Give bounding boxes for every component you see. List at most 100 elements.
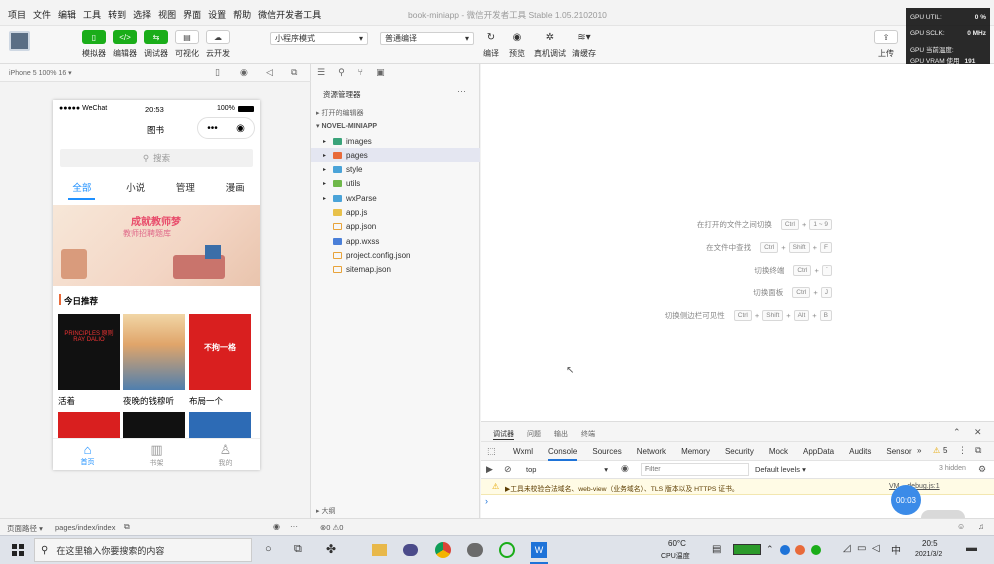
- menu-edit[interactable]: 编辑: [58, 8, 76, 21]
- device-select[interactable]: iPhone 5 100% 16 ▾: [9, 69, 72, 77]
- phone-icon[interactable]: ▯: [215, 67, 220, 78]
- volume-icon[interactable]: ◁: [266, 67, 273, 78]
- page-path[interactable]: pages/index/index: [55, 523, 115, 532]
- file-tree-item[interactable]: ▸ utils: [311, 177, 480, 191]
- file-tree-item[interactable]: project.config.json: [311, 248, 480, 262]
- devtools-tab-audits[interactable]: Audits: [849, 447, 871, 461]
- files-icon[interactable]: ☰: [317, 67, 325, 78]
- copy-icon[interactable]: ⧉: [124, 522, 130, 532]
- tab-debugger[interactable]: 调试器: [493, 429, 514, 440]
- tab-problems[interactable]: 问题: [527, 429, 541, 439]
- log-levels-select[interactable]: Default levels ▾: [755, 465, 806, 474]
- tray-app-icon[interactable]: [780, 545, 790, 555]
- tray-app-icon[interactable]: [795, 545, 805, 555]
- book-cover[interactable]: 不拘一格: [189, 314, 251, 390]
- menu-help[interactable]: 帮助: [233, 8, 251, 21]
- close-icon[interactable]: ✕: [974, 427, 982, 438]
- keyboard-icon[interactable]: ▤: [712, 544, 721, 555]
- avatar[interactable]: [9, 31, 30, 51]
- more-tabs[interactable]: »: [917, 446, 921, 455]
- menu-select[interactable]: 选择: [133, 8, 151, 21]
- chevron-up-icon[interactable]: ⌃: [953, 427, 961, 438]
- devtools-tab-sensor[interactable]: Sensor: [886, 447, 911, 461]
- wechat-tray-icon[interactable]: [811, 545, 821, 555]
- app-icon[interactable]: [403, 544, 418, 556]
- chrome-icon[interactable]: [435, 542, 451, 558]
- warning-count[interactable]: 5: [943, 446, 947, 455]
- close-target-icon[interactable]: ◉: [236, 123, 245, 134]
- eye-icon[interactable]: ◉: [273, 522, 280, 531]
- display-icon[interactable]: ▭: [857, 543, 866, 554]
- opened-editors-header[interactable]: ▸ 打开的编辑器: [316, 108, 363, 118]
- file-tree-item[interactable]: ▸ images: [311, 134, 480, 148]
- devtools-tab-wxml[interactable]: Wxml: [513, 447, 533, 461]
- mode-select[interactable]: 小程序模式 ▾: [270, 32, 368, 45]
- book-cover[interactable]: [123, 314, 185, 390]
- devtools-tab-security[interactable]: Security: [725, 447, 754, 461]
- notification-center-icon[interactable]: ▬: [966, 542, 977, 554]
- dock-icon[interactable]: ⧉: [975, 445, 981, 456]
- menu-view[interactable]: 视图: [158, 8, 176, 21]
- record-icon[interactable]: ◉: [240, 67, 248, 78]
- capsule-menu[interactable]: ••• ◉: [197, 117, 255, 139]
- wechat-icon[interactable]: [467, 543, 483, 557]
- menu-interface[interactable]: 界面: [183, 8, 201, 21]
- file-tree-item[interactable]: app.js: [311, 206, 480, 220]
- tabbar-home[interactable]: ⌂ 首页: [81, 439, 95, 470]
- app-fan-icon[interactable]: ✤: [326, 542, 336, 556]
- upload-button[interactable]: ⇪ 上传: [868, 30, 904, 59]
- real-debug-button[interactable]: ✲ 真机调试: [532, 30, 568, 59]
- menu-goto[interactable]: 转到: [108, 8, 126, 21]
- devtools-tab-sources[interactable]: Sources: [592, 447, 621, 461]
- devtools-tab-console[interactable]: Console: [548, 447, 578, 461]
- file-tree-item[interactable]: ▸ wxParse: [311, 191, 480, 205]
- tabbar-shelf[interactable]: ▥ 书架: [150, 439, 164, 470]
- battery-icon[interactable]: [733, 544, 761, 555]
- file-tree-item[interactable]: sitemap.json: [311, 263, 480, 277]
- ime-icon[interactable]: 中: [891, 542, 901, 557]
- chevron-up-icon[interactable]: ⌃: [766, 544, 774, 555]
- tabbar-profile[interactable]: ♙ 我的: [219, 439, 233, 470]
- tab-management[interactable]: 管理: [176, 180, 195, 200]
- outline-header[interactable]: ▸ 大纲: [316, 506, 335, 516]
- warning-message[interactable]: ▶工具未校验合法域名、web-view（业务域名）、TLS 版本以及 HTTPS…: [505, 483, 739, 493]
- file-explorer-icon[interactable]: [372, 544, 387, 556]
- eye-icon[interactable]: ◉: [621, 463, 629, 474]
- windows-start-icon[interactable]: [12, 544, 24, 556]
- tab-comic[interactable]: 漫画: [226, 180, 245, 200]
- menu-project[interactable]: 项目: [8, 8, 26, 21]
- git-icon[interactable]: ⑂: [358, 67, 363, 78]
- more-icon[interactable]: •••: [207, 123, 218, 134]
- problem-counts[interactable]: ⊗0 ⚠0: [320, 523, 343, 532]
- inspect-icon[interactable]: ⬚: [487, 446, 496, 457]
- feedback-icon[interactable]: ☺: [957, 522, 965, 531]
- context-select[interactable]: top ▾: [523, 463, 611, 476]
- devtools-tab-appdata[interactable]: AppData: [803, 447, 834, 461]
- sidebar-toggle-icon[interactable]: ▶: [486, 464, 493, 475]
- compile-select[interactable]: 普通编译 ▾: [380, 32, 474, 45]
- tab-terminal[interactable]: 终端: [581, 429, 595, 439]
- cloud-button[interactable]: ☁ 云开发: [200, 30, 236, 59]
- menu-wechat-devtools[interactable]: 微信开发者工具: [258, 8, 321, 21]
- devtools-tab-memory[interactable]: Memory: [681, 447, 710, 461]
- search-input[interactable]: ⚲ 搜索: [60, 149, 253, 167]
- notification-icon[interactable]: ♫: [978, 522, 984, 531]
- more-vert-icon[interactable]: ⋮: [958, 445, 967, 456]
- cortana-icon[interactable]: ○: [265, 543, 272, 555]
- clock-date[interactable]: 2021/3/2: [915, 551, 942, 558]
- menu-settings[interactable]: 设置: [208, 8, 226, 21]
- file-tree-item[interactable]: ▸ pages: [311, 148, 480, 163]
- page-path-label[interactable]: 页面路径 ▾: [7, 523, 43, 534]
- menu-tools[interactable]: 工具: [83, 8, 101, 21]
- gear-icon[interactable]: ⚙: [978, 464, 986, 475]
- taskbar-search[interactable]: ⚲ 在这里输入你要搜索的内容: [34, 538, 252, 562]
- file-tree-item[interactable]: ▸ style: [311, 163, 480, 177]
- word-icon[interactable]: W: [531, 542, 547, 558]
- debug-icon[interactable]: ▣: [376, 67, 385, 78]
- devtools-tab-mock[interactable]: Mock: [769, 447, 788, 461]
- window-icon[interactable]: ⧉: [291, 67, 297, 78]
- file-tree-item[interactable]: app.wxss: [311, 234, 480, 248]
- clock-time[interactable]: 20:5: [922, 539, 938, 548]
- network-icon[interactable]: ◿: [843, 543, 851, 554]
- book-cover[interactable]: PRINCIPLES 原则 RAY DALIO: [58, 314, 120, 390]
